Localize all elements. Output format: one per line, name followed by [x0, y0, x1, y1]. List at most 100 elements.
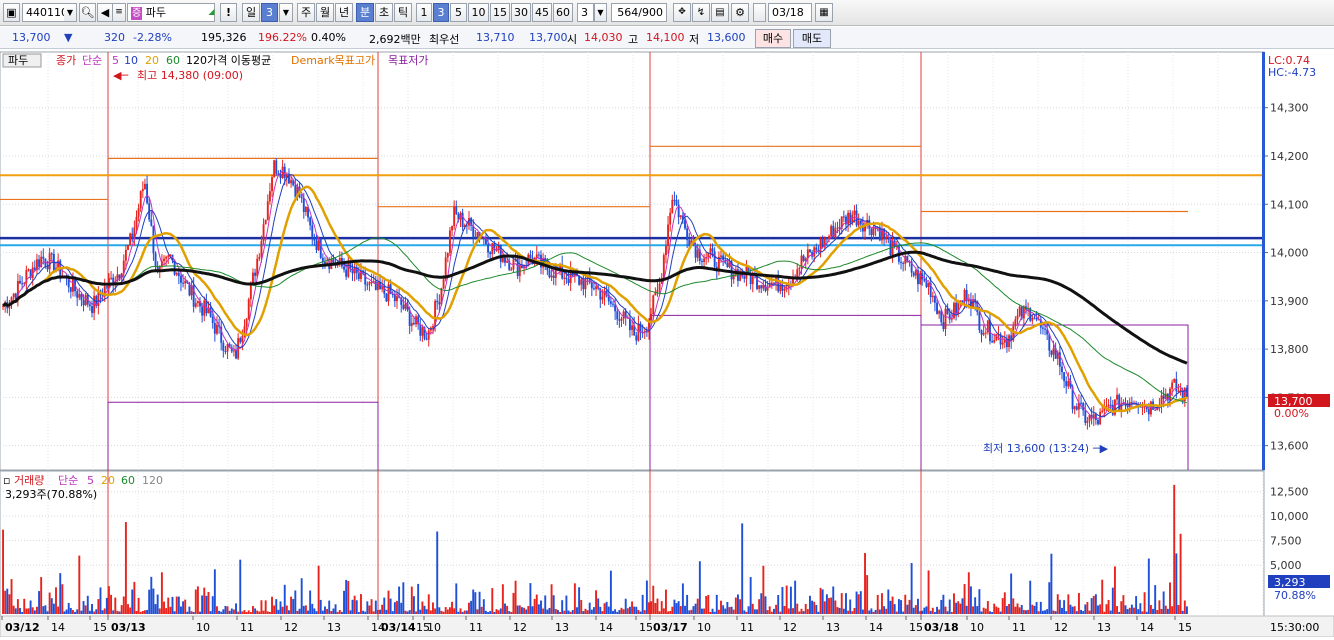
- candle-body: [474, 236, 477, 238]
- volume-bar: [381, 604, 384, 614]
- candle-body: [1162, 395, 1165, 399]
- period-minute-button[interactable]: 분: [356, 3, 374, 22]
- volume-bar: [760, 593, 763, 614]
- candle-body: [501, 257, 504, 262]
- volume-bar: [1025, 610, 1027, 614]
- volume-bar: [156, 594, 159, 614]
- volume-bar: [616, 611, 619, 614]
- interval-10-button[interactable]: 10: [468, 3, 489, 22]
- period-dropdown-icon[interactable]: ▼: [279, 3, 293, 22]
- volume-bar: [554, 608, 557, 614]
- period-number[interactable]: 3: [261, 3, 278, 22]
- date-input[interactable]: 03/18: [768, 3, 812, 22]
- list-icon[interactable]: ≡: [112, 3, 126, 22]
- volume-bar: [995, 606, 998, 614]
- period-tick-button[interactable]: 틱: [394, 3, 412, 22]
- volume-bar: [514, 580, 517, 614]
- period-day-button[interactable]: 일: [242, 3, 260, 22]
- volume-bar: [743, 610, 746, 614]
- period-week-button[interactable]: 주: [297, 3, 315, 22]
- candle-body: [637, 323, 640, 341]
- custom-interval-dropdown-icon[interactable]: ▼: [594, 3, 607, 22]
- candle-body: [953, 302, 955, 319]
- candle-body: [343, 266, 345, 270]
- shrink-icon[interactable]: ↯: [692, 3, 710, 22]
- volume-bar: [165, 608, 168, 614]
- legend-stock-name: 파두: [8, 54, 28, 67]
- volume-bar: [745, 611, 748, 614]
- custom-interval-input[interactable]: 3: [577, 3, 594, 22]
- volume-bar: [1029, 580, 1032, 614]
- candle-body: [550, 275, 553, 278]
- volume-bar: [722, 605, 725, 614]
- candle-body: [442, 279, 445, 289]
- volume-bar: [313, 608, 316, 614]
- layout-icon[interactable]: ▣: [3, 3, 20, 22]
- volume-bar: [304, 605, 307, 614]
- interval-5-button[interactable]: 5: [450, 3, 467, 22]
- interval-15-button[interactable]: 15: [490, 3, 510, 22]
- time-tick-label: 12: [1054, 621, 1068, 634]
- volume-bar: [478, 591, 481, 614]
- volume-bar: [775, 604, 778, 614]
- period-month-button[interactable]: 월: [316, 3, 334, 22]
- time-tick-label: 10: [427, 621, 441, 634]
- volume-ma5: 5: [87, 474, 94, 487]
- candle-body: [590, 282, 593, 289]
- volume-bar: [506, 605, 509, 614]
- candle-body: [563, 277, 566, 279]
- interval-3-button[interactable]: 3: [433, 3, 449, 22]
- volume-bar: [237, 611, 240, 614]
- count-input[interactable]: 564/900: [611, 3, 667, 22]
- date-checkbox[interactable]: [753, 3, 766, 22]
- alert-button[interactable]: !: [220, 3, 237, 22]
- volume-bar: [402, 582, 405, 614]
- stock-name-field[interactable]: 증 파두: [127, 3, 215, 22]
- volume-bar: [618, 610, 621, 614]
- candle-body: [836, 227, 839, 229]
- time-tick-label: 15: [1178, 621, 1192, 634]
- volume-bar: [942, 594, 945, 614]
- volume-bar: [59, 573, 62, 614]
- buy-button[interactable]: 매수: [755, 29, 791, 48]
- volume-bar: [8, 594, 11, 614]
- volume-bar: [1035, 602, 1038, 614]
- interval-1-button[interactable]: 1: [416, 3, 432, 22]
- volume-bar: [391, 611, 394, 614]
- save-icon[interactable]: ▤: [711, 3, 729, 22]
- volume-bar: [351, 599, 354, 614]
- interval-30-button[interactable]: 30: [511, 3, 531, 22]
- volume-bar: [1171, 606, 1174, 614]
- volume-bar: [366, 601, 369, 614]
- expand-icon[interactable]: ✥: [673, 3, 691, 22]
- volume-bar: [307, 610, 309, 614]
- candle-body: [622, 311, 625, 319]
- interval-60-button[interactable]: 60: [553, 3, 573, 22]
- candle-body: [110, 277, 113, 279]
- volume-bar: [86, 595, 89, 614]
- volume-bar: [1147, 558, 1150, 614]
- code-dropdown-icon[interactable]: ▼: [64, 3, 77, 22]
- high-note: 최고 14,380 (09:00): [137, 69, 243, 82]
- time-tick-label: 10: [970, 621, 984, 634]
- volume-bar: [607, 606, 610, 614]
- volume-bar: [127, 604, 129, 614]
- chart-area[interactable]: 14,30014,20014,10014,00013,90013,80013,7…: [0, 50, 1334, 638]
- volume-bar: [936, 606, 938, 614]
- gear-icon[interactable]: ⚙: [731, 3, 749, 22]
- candle-body: [1141, 406, 1144, 408]
- volume-bar: [205, 595, 208, 614]
- legend-ma20: 20: [145, 54, 159, 67]
- candle-body: [69, 287, 72, 292]
- search-icon[interactable]: 🔍︎: [79, 3, 96, 22]
- period-year-button[interactable]: 년: [335, 3, 353, 22]
- sell-button[interactable]: 매도: [793, 29, 831, 48]
- volume-bar: [84, 605, 87, 614]
- interval-45-button[interactable]: 45: [532, 3, 552, 22]
- calendar-icon[interactable]: ▦: [815, 3, 833, 22]
- volume-bar: [169, 606, 172, 614]
- period-second-button[interactable]: 초: [375, 3, 393, 22]
- volume-bar: [982, 607, 985, 614]
- volume-bar: [917, 598, 919, 614]
- prev-icon[interactable]: ◀: [97, 3, 113, 22]
